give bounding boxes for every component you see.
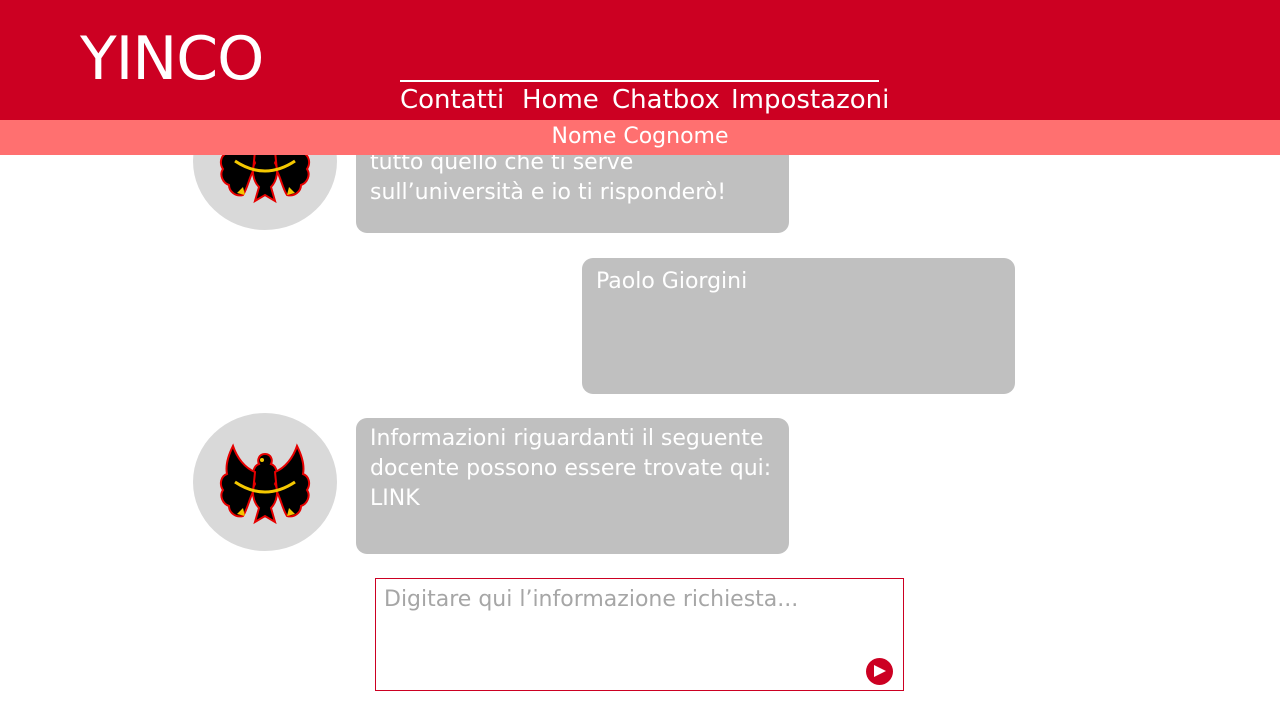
eagle-coat-of-arms-icon	[219, 443, 311, 525]
nav-contatti[interactable]: Contatti	[400, 83, 504, 117]
message-input[interactable]	[376, 579, 903, 690]
app-root: YINCO Contatti Home Chatbox Impostazoni …	[0, 0, 1280, 720]
user-message-bubble: Paolo Giorgini	[582, 258, 1015, 394]
main-nav: Contatti Home Chatbox Impostazoni	[400, 80, 889, 120]
top-header: YINCO Contatti Home Chatbox Impostazoni	[0, 0, 1280, 120]
nav-home[interactable]: Home	[522, 83, 599, 117]
nav-chatbox[interactable]: Chatbox	[612, 83, 720, 117]
yinco-logo[interactable]: YINCO	[80, 24, 264, 94]
bot-message-bubble: Informazioni riguardanti il seguente doc…	[356, 418, 789, 554]
user-name-bar: Nome Cognome	[0, 120, 1280, 155]
send-arrow-icon	[874, 665, 886, 677]
bot-avatar	[193, 413, 337, 551]
message-input-box	[375, 578, 904, 691]
send-button[interactable]	[866, 658, 893, 685]
nav-impostazioni[interactable]: Impostazoni	[731, 83, 889, 117]
